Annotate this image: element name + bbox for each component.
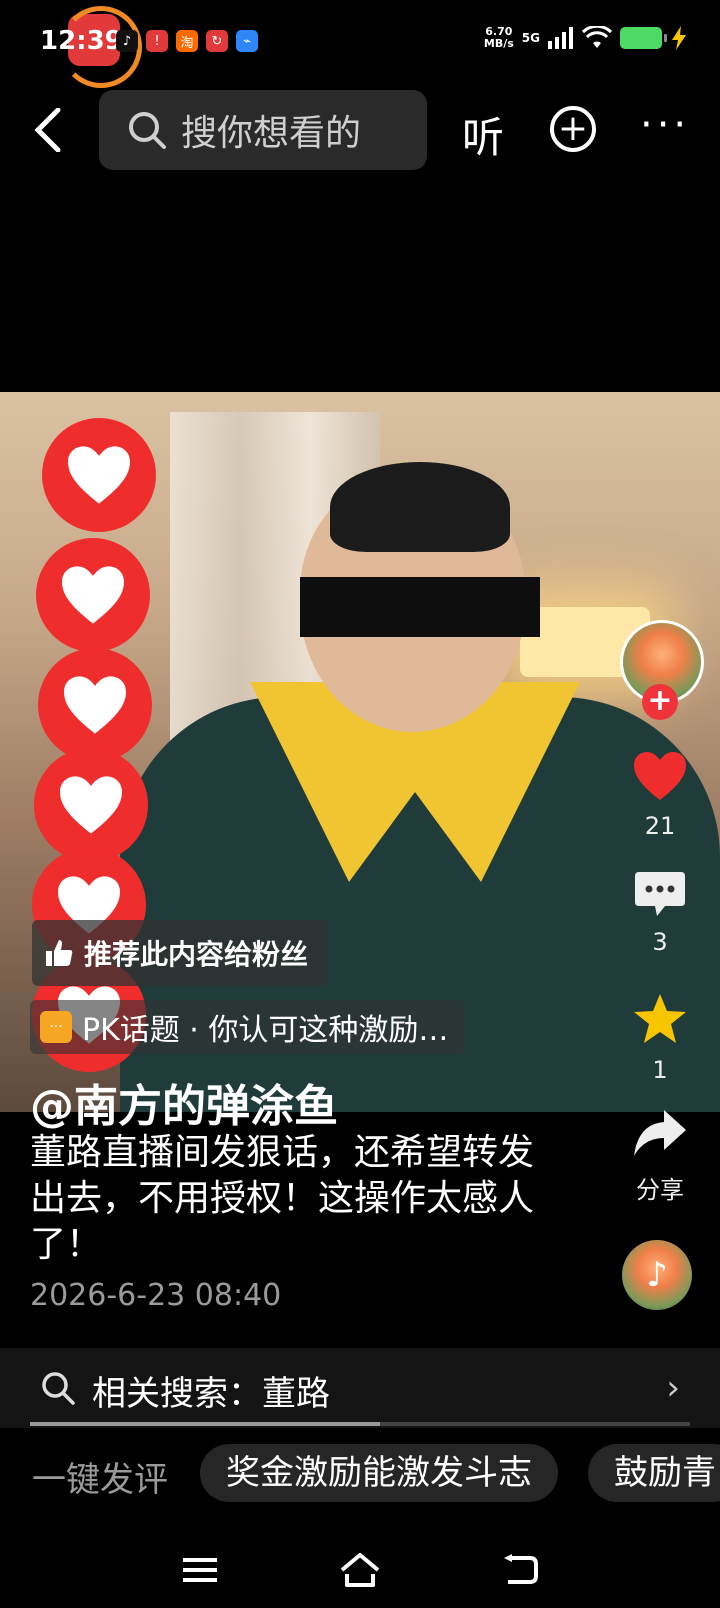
music-disc[interactable]: ♪ xyxy=(622,1240,692,1310)
post-description: 董路直播间发狠话，还希望转发出去，不用授权！这操作太感人了！ xyxy=(30,1132,535,1265)
system-nav-bar xyxy=(0,1540,720,1600)
add-button[interactable]: + xyxy=(550,106,596,152)
search-input[interactable]: 搜你想看的 xyxy=(99,90,427,170)
share-label: 分享 xyxy=(636,1176,684,1204)
playback-progress-bar[interactable] xyxy=(30,1422,690,1426)
chevron-right-icon: › xyxy=(666,1368,680,1408)
back-button[interactable] xyxy=(30,107,70,153)
recommend-to-fans-button[interactable]: 推荐此内容给粉丝 xyxy=(32,920,329,986)
battery-icon xyxy=(620,27,667,49)
home-icon xyxy=(340,1553,380,1587)
share-button[interactable]: 分享 xyxy=(620,1108,700,1205)
tiktok-icon: ♪ xyxy=(116,30,138,52)
alert-app-icon: ! xyxy=(146,30,168,52)
favorite-button[interactable]: 1 xyxy=(620,992,700,1084)
recommend-label: 推荐此内容给粉丝 xyxy=(84,938,309,971)
pk-chat-icon: ··· xyxy=(40,1011,72,1043)
star-icon xyxy=(634,994,686,1043)
network-speed: 6.70 MB/s xyxy=(483,25,514,50)
follow-plus-icon[interactable]: + xyxy=(642,684,678,720)
thumbs-up-icon xyxy=(46,940,73,966)
status-indicators: 6.70 MB/s 5G xyxy=(484,26,688,50)
signal-icon xyxy=(548,27,573,49)
quick-comment-chip[interactable]: 鼓励青 xyxy=(588,1444,720,1502)
share-arrow-icon xyxy=(634,1110,686,1156)
back-nav-button[interactable] xyxy=(490,1540,550,1600)
browser-app-icon: ⌁ xyxy=(236,30,258,52)
status-time: 12:39 xyxy=(40,26,123,56)
music-note-icon: ♪ xyxy=(646,1255,668,1295)
return-icon xyxy=(504,1554,538,1584)
comment-icon xyxy=(635,872,685,916)
top-bar: 搜你想看的 听 + ··· xyxy=(0,88,720,172)
video-person-hair xyxy=(330,462,510,552)
heart-icon xyxy=(634,752,686,800)
like-button[interactable]: 21 xyxy=(620,750,700,840)
wifi-icon xyxy=(582,26,612,48)
related-search-bar[interactable]: 相关搜索：董路 › xyxy=(0,1348,720,1428)
floating-heart xyxy=(38,648,152,762)
comment-button[interactable]: 3 xyxy=(620,870,700,956)
pk-topic-tag[interactable]: ··· PK话题 · 你认可这种激励… xyxy=(30,1000,465,1054)
more-options-button[interactable]: ··· xyxy=(640,102,690,148)
playback-progress-fill xyxy=(30,1422,380,1426)
floating-heart xyxy=(34,748,148,862)
search-icon xyxy=(129,112,166,149)
author-name[interactable]: @南方的弹涂鱼 xyxy=(30,1070,338,1134)
pk-topic-text: PK话题 · 你认可这种激励… xyxy=(82,1013,449,1048)
quick-comment-row: 一键发评 奖金激励能激发斗志 鼓励青 xyxy=(0,1440,720,1510)
quick-comment-chip[interactable]: 奖金激励能激发斗志 xyxy=(200,1444,558,1502)
search-placeholder: 搜你想看的 xyxy=(181,113,362,154)
back-arrow-icon xyxy=(34,107,61,153)
finance-app-icon: ↻ xyxy=(206,30,228,52)
notification-icons: ♪! 淘 ↻ ⌁ xyxy=(116,30,258,52)
comment-count: 3 xyxy=(652,928,668,956)
quick-comment-label: 一键发评 xyxy=(32,1460,168,1500)
menu-icon xyxy=(183,1558,217,1582)
menu-button[interactable] xyxy=(170,1540,230,1600)
favorite-count: 1 xyxy=(652,1056,668,1084)
status-bar: 12:39 ♪! 淘 ↻ ⌁ 6.70 MB/s 5G xyxy=(0,0,720,90)
listen-button[interactable]: 听 xyxy=(462,104,504,165)
signal-label: 5G xyxy=(521,31,540,45)
floating-heart xyxy=(42,418,156,532)
charging-icon xyxy=(672,26,686,50)
floating-heart xyxy=(36,538,150,652)
related-search-label: 相关搜索：董路 xyxy=(92,1374,330,1414)
taobao-icon: 淘 xyxy=(176,30,198,52)
like-count: 21 xyxy=(644,812,676,840)
home-button[interactable] xyxy=(330,1540,390,1600)
plus-icon: + xyxy=(557,108,589,149)
search-icon xyxy=(42,1372,75,1405)
post-date: 2026-6-23 08:40 xyxy=(30,1278,282,1313)
pixel-sunglasses-sticker xyxy=(300,577,540,637)
